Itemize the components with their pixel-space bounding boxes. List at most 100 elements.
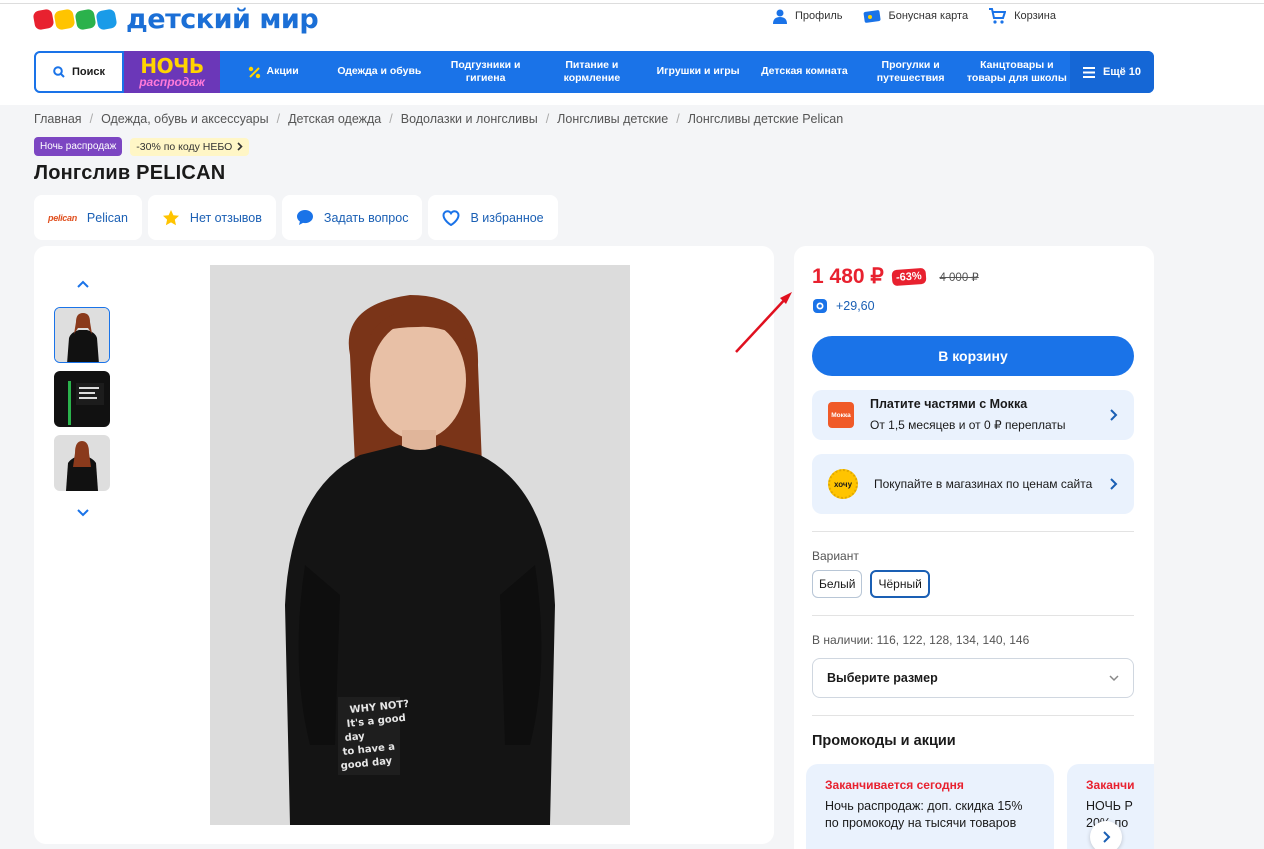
- heart-icon: [442, 209, 460, 226]
- thumbnail-image: [54, 371, 110, 427]
- divider: [812, 715, 1134, 716]
- product-badges: Ночь распродаж -30% по коду НЕБО: [34, 137, 250, 156]
- chevron-right-icon: [1110, 409, 1118, 421]
- promo-deadline: Заканчивается сегодня: [825, 778, 964, 792]
- nav-item-clothes[interactable]: Одежда и обувь: [326, 65, 432, 78]
- brand-chip[interactable]: pelican Pelican: [34, 195, 142, 240]
- promo-next-button[interactable]: [1090, 821, 1122, 849]
- percent-icon: [248, 66, 260, 78]
- bonus-card-link[interactable]: Бонусная карта: [863, 8, 969, 24]
- nav-more-button[interactable]: Ещё 10: [1070, 51, 1154, 93]
- night-sale-banner[interactable]: НОЧЬ распродаж: [124, 51, 220, 93]
- nav-categories: Акции Одежда и обувь Подгузники и гигиен…: [220, 51, 1070, 93]
- product-title: Лонгслив PELICAN: [34, 162, 226, 184]
- thumbnail-image: [55, 308, 109, 362]
- gallery-thumbnail[interactable]: [54, 307, 110, 363]
- nav-item-label: Игрушки и игры: [656, 65, 740, 78]
- night-sale-line2: распродаж: [139, 75, 205, 89]
- nav-item-label: Питание и кормление: [563, 58, 621, 84]
- availability-sizes: В наличии: 116, 122, 128, 134, 140, 146: [812, 633, 1030, 647]
- bonus-card-label: Бонусная карта: [888, 10, 969, 22]
- site-logo[interactable]: детский мир: [32, 4, 319, 35]
- nav-item-food[interactable]: Питание и кормление: [539, 59, 645, 85]
- variant-black[interactable]: Чёрный: [870, 570, 930, 598]
- mokka-text: От 1,5 месяцев и от 0 ₽ переплаты: [870, 418, 1066, 433]
- nav-item-label: Детская комната: [761, 65, 848, 78]
- breadcrumb-item[interactable]: Детская одежда: [288, 112, 381, 126]
- divider: [812, 615, 1134, 616]
- discount-badge: -63%: [891, 267, 926, 286]
- old-price: 4 000 ₽: [939, 271, 979, 284]
- size-select[interactable]: Выберите размер: [812, 658, 1134, 698]
- hochu-logo: хочу: [828, 469, 858, 499]
- chevron-up-icon[interactable]: [76, 279, 90, 289]
- promo-card[interactable]: Заканчивается сегодня Ночь распродаж: до…: [806, 764, 1054, 849]
- variant-white[interactable]: Белый: [812, 570, 863, 598]
- variant-label: Вариант: [812, 549, 859, 563]
- hochu-logo-text: хочу: [833, 479, 853, 489]
- breadcrumb-item[interactable]: Водолазки и лонгсливы: [401, 112, 538, 126]
- promo-deadline: Заканчи: [1086, 778, 1135, 792]
- pelican-logo: pelican: [48, 212, 77, 223]
- thumbnail-image: [54, 435, 110, 491]
- breadcrumb-separator: /: [389, 112, 393, 126]
- reviews-chip[interactable]: Нет отзывов: [147, 195, 276, 240]
- site-header: детский мир Профиль Бонусная карта Корзи…: [0, 0, 1264, 105]
- promo-code-badge[interactable]: -30% по коду НЕБО: [130, 137, 250, 156]
- bonus-amount: +29,60: [836, 299, 875, 313]
- breadcrumb-separator: /: [276, 112, 281, 126]
- model-photo: WHY NOT? It's a good day to have a good …: [210, 265, 630, 825]
- buy-box: 1 480 ₽ -63% 4 000 ₽ +29,60 В корзину Мо…: [794, 246, 1154, 849]
- divider: [812, 531, 1134, 532]
- nav-item-label: Акции: [266, 65, 299, 78]
- chevron-right-icon: [237, 142, 243, 151]
- search-label: Поиск: [71, 66, 105, 78]
- store-prices-card[interactable]: хочу Покупайте в магазинах по ценам сайт…: [812, 454, 1134, 514]
- bonus-points: +29,60: [812, 298, 875, 314]
- mokka-installments-card[interactable]: Мокка Платите частями с Мокка От 1,5 мес…: [812, 390, 1134, 440]
- chevron-right-icon: [1102, 831, 1110, 843]
- nav-item-diapers[interactable]: Подгузники и гигиена: [433, 59, 539, 85]
- breadcrumb-separator: /: [545, 112, 550, 126]
- star-icon: [162, 209, 179, 225]
- profile-link[interactable]: Профиль: [773, 8, 843, 24]
- bonus-coin-icon: [813, 299, 827, 313]
- breadcrumb-item[interactable]: Главная: [34, 112, 82, 126]
- current-price: 1 480 ₽: [812, 265, 884, 288]
- gallery-thumbnail[interactable]: [54, 371, 110, 427]
- nav-item-label: Подгузники и гигиена: [450, 58, 521, 84]
- nav-item-travel[interactable]: Прогулки и путешествия: [858, 59, 964, 85]
- nav-item-stationery[interactable]: Канцтовары и товары для школы: [964, 59, 1070, 85]
- product-photo[interactable]: WHY NOT? It's a good day to have a good …: [210, 265, 630, 825]
- bonus-card-icon: [863, 9, 881, 23]
- logo-text: детский мир: [126, 4, 319, 35]
- promo-code-label: -30% по коду НЕБО: [136, 140, 233, 153]
- breadcrumb-item[interactable]: Лонгсливы детские: [557, 112, 668, 126]
- nav-item-toys[interactable]: Игрушки и игры: [645, 65, 751, 78]
- nav-item-sales[interactable]: Акции: [220, 65, 326, 78]
- favorite-chip[interactable]: В избранное: [428, 195, 558, 240]
- chevron-down-icon[interactable]: [76, 508, 90, 518]
- gallery-thumbnail[interactable]: [54, 435, 110, 491]
- mokka-logo: Мокка: [828, 402, 854, 428]
- promos-heading: Промокоды и акции: [812, 733, 956, 749]
- breadcrumb-separator: /: [89, 112, 94, 126]
- nav-item-label: Одежда и обувь: [337, 65, 422, 78]
- annotation-arrow-icon: [735, 292, 792, 353]
- store-prices-text: Покупайте в магазинах по ценам сайта: [874, 476, 1093, 491]
- main-nav: Поиск НОЧЬ распродаж Акции Одежда и обув…: [34, 51, 1154, 93]
- profile-label: Профиль: [795, 10, 843, 22]
- search-button[interactable]: Поиск: [34, 51, 124, 93]
- breadcrumb-item[interactable]: Лонгсливы детские Pelican: [688, 112, 844, 126]
- chevron-right-icon: [1110, 478, 1118, 490]
- add-to-cart-button[interactable]: В корзину: [812, 336, 1134, 376]
- nav-item-kids-room[interactable]: Детская комната: [751, 65, 857, 78]
- mokka-title: Платите частями с Мокка: [870, 397, 1028, 412]
- nav-item-label: Прогулки и путешествия: [876, 58, 945, 84]
- brand-label: Pelican: [86, 210, 128, 225]
- ask-question-label: Задать вопрос: [323, 210, 409, 225]
- cart-link[interactable]: Корзина: [988, 8, 1056, 24]
- breadcrumb-item[interactable]: Одежда, обувь и аксессуары: [101, 112, 269, 126]
- night-sale-badge[interactable]: Ночь распродаж: [34, 137, 123, 156]
- ask-question-chip[interactable]: Задать вопрос: [281, 195, 423, 240]
